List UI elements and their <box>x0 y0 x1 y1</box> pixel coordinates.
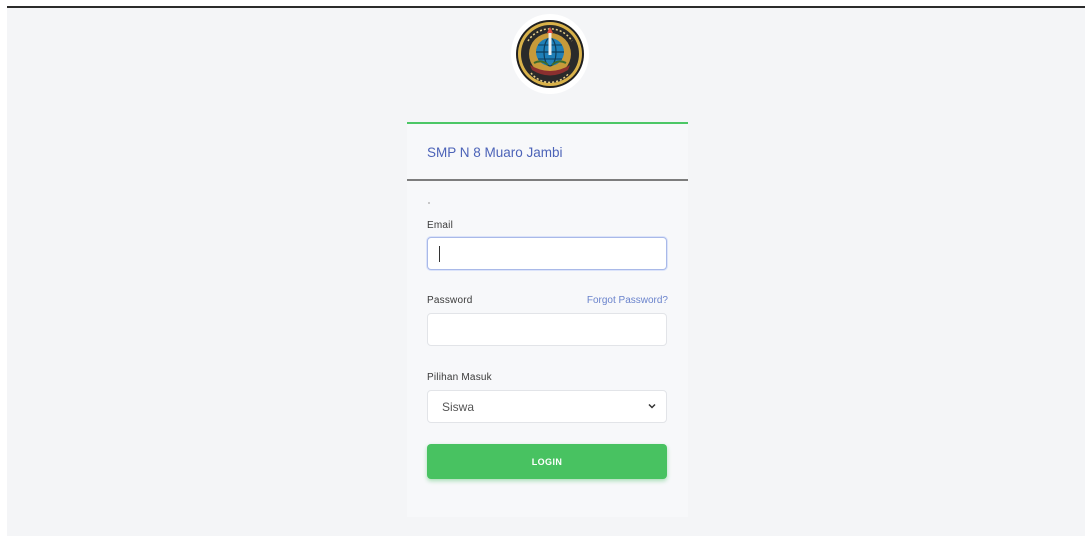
chevron-down-icon <box>648 403 656 409</box>
login-button[interactable]: LOGIN <box>427 444 667 479</box>
login-page: SMP N 8 Muaro Jambi Email Password Forgo… <box>7 8 1085 536</box>
forgot-password-link[interactable]: Forgot Password? <box>587 295 668 306</box>
login-choice-label: Pilihan Masuk <box>427 372 492 383</box>
password-label: Password <box>427 295 473 306</box>
school-logo <box>511 14 589 94</box>
email-field[interactable] <box>427 237 667 270</box>
login-card: SMP N 8 Muaro Jambi Email Password Forgo… <box>407 122 688 517</box>
text-caret <box>439 246 440 262</box>
login-choice-select[interactable]: Siswa <box>427 390 667 423</box>
decorative-dot <box>428 202 430 204</box>
login-choice-value: Siswa <box>442 400 475 414</box>
password-field[interactable] <box>427 313 667 346</box>
school-emblem-icon <box>516 20 584 88</box>
email-label: Email <box>427 220 454 231</box>
card-header: SMP N 8 Muaro Jambi <box>407 124 688 181</box>
card-title: SMP N 8 Muaro Jambi <box>427 145 563 160</box>
